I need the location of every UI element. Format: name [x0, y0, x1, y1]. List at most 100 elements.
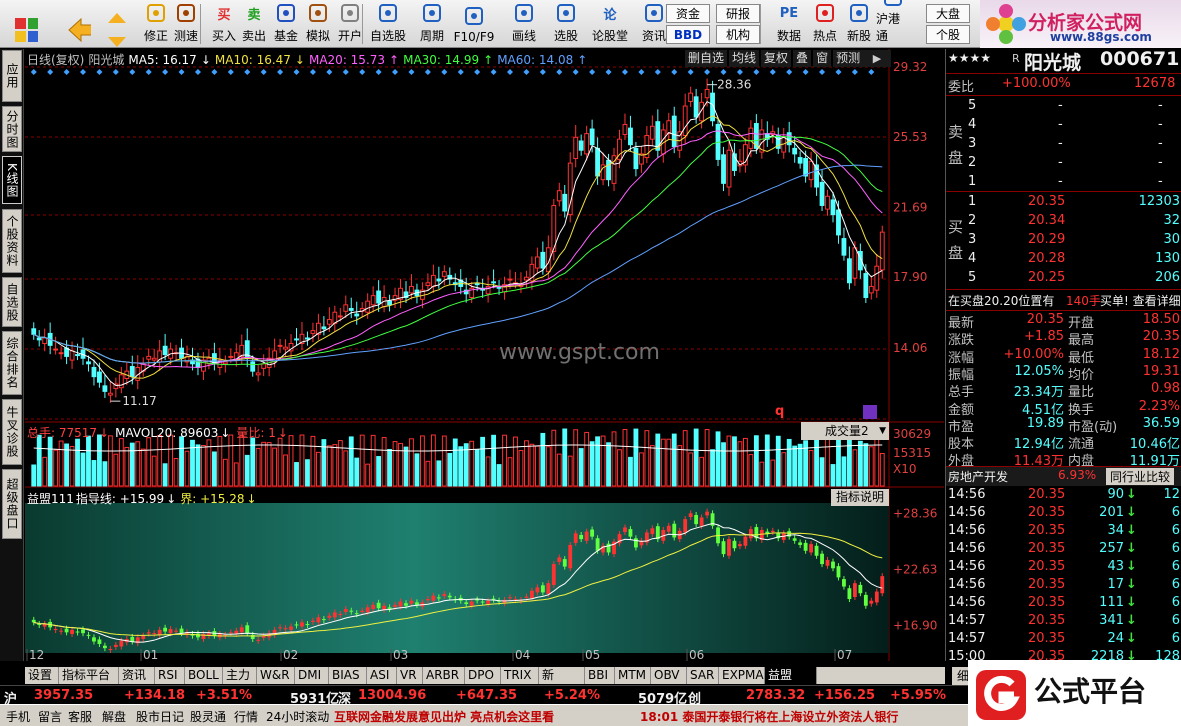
indicator-tab-3[interactable]: RSI	[155, 667, 185, 684]
toolbar-button-17[interactable]: 沪港通	[876, 0, 910, 46]
sell-row[interactable]: 2--	[946, 155, 1181, 173]
indicator-tab-1[interactable]: 指标平台	[59, 667, 119, 684]
bbd-button[interactable]: BBD	[666, 25, 710, 44]
news-marquee-1[interactable]: 互联网金融发展意见出炉 亮点机会这里看	[334, 708, 554, 725]
page-up-button[interactable]	[104, 2, 130, 47]
status-item-2[interactable]: 客服	[68, 708, 92, 725]
buy-row[interactable]: 1 20.35 12303	[946, 194, 1181, 212]
buy-row[interactable]: 2 20.34 32	[946, 213, 1181, 231]
buy-icon: 买	[217, 7, 231, 23]
kline-tool-3[interactable]: 叠	[793, 50, 812, 67]
orgs-button[interactable]: 机构	[716, 25, 760, 44]
indicator-tab-19[interactable]: EXPMA	[719, 667, 765, 684]
toolbar-button-14[interactable]: PE 数据	[772, 2, 806, 46]
tick-row: 14:56 20.35 201 ↓ 6	[948, 505, 1180, 520]
toolbar-button-10[interactable]: 画线	[504, 2, 544, 46]
indicator-tab-15[interactable]: BBI	[585, 667, 615, 684]
volume-selector[interactable]: 成交量2 ▼	[801, 422, 889, 440]
toolbar-button-7[interactable]: 自选股	[368, 2, 408, 46]
status-item-3[interactable]: 解盘	[102, 708, 126, 725]
volume-bar	[409, 438, 414, 487]
big-order-note[interactable]: 在买盘20.20位置有 140手 买单! 查看详细	[946, 292, 1181, 310]
volume-bar	[513, 436, 518, 487]
brand-text: 公式平台	[1034, 675, 1147, 708]
kline-tools: 删自选 均线 复权叠窗预测	[685, 50, 864, 67]
toolbar-button-1[interactable]: 测速	[166, 2, 206, 46]
toolbar-button-9[interactable]: F10/F9	[454, 2, 494, 46]
indicator-tab-17[interactable]: OBV	[651, 667, 687, 684]
app-menu-button[interactable]	[4, 2, 48, 46]
indicator-help-button[interactable]: 指标说明	[831, 489, 889, 506]
kline-tool-5[interactable]: 预测	[833, 50, 864, 67]
indicator-tab-14[interactable]: 新DMA	[539, 667, 585, 699]
buy-row[interactable]: 3 20.29 30	[946, 232, 1181, 250]
side-tab-6[interactable]: 牛叉诊股	[2, 399, 22, 465]
compare-button[interactable]: 同行业比较	[1106, 468, 1175, 485]
indicator-tab-4[interactable]: BOLL	[185, 667, 223, 684]
indicator-candle	[464, 602, 469, 605]
kline-tool-0[interactable]: 删自选	[685, 50, 728, 67]
toolbar-button-11[interactable]: 选股	[546, 2, 586, 46]
side-tab-7[interactable]: 超级盘口	[2, 469, 22, 539]
stat-row: 总手 23.34万 量比 0.98	[948, 381, 1180, 401]
toolbar-button-6[interactable]: 开户	[330, 2, 370, 46]
volume-bar	[315, 451, 321, 487]
market-button[interactable]: 大盘	[926, 4, 970, 23]
kline-tool-1[interactable]: 均线	[729, 50, 760, 67]
kline-tool-2[interactable]: 复权	[761, 50, 792, 67]
side-tab-4[interactable]: 自选股	[2, 277, 22, 327]
indicator-tab-12[interactable]: DPO	[465, 667, 501, 684]
sell-row[interactable]: 3--	[946, 136, 1181, 154]
weibi-value: +100.00%	[1002, 76, 1071, 91]
indicator-tab-6[interactable]: W&R	[257, 667, 295, 684]
buy-row[interactable]: 4 20.28 130	[946, 251, 1181, 269]
indicator-tab-16[interactable]: MTM	[615, 667, 651, 684]
indicator-tab-9[interactable]: ASI	[367, 667, 397, 684]
volume-bar	[36, 434, 42, 487]
indicator-tab-0[interactable]: 设置	[25, 667, 59, 684]
toolbar-button-12[interactable]: 论论股堂	[590, 2, 630, 46]
sell-row[interactable]: 5--	[946, 98, 1181, 116]
status-item-6[interactable]: 行情	[234, 708, 258, 725]
toolbar-button-15[interactable]: 热点	[808, 2, 842, 46]
status-item-4[interactable]: 股市日记	[136, 708, 184, 725]
indicator-tab-2[interactable]: 资讯	[119, 667, 155, 684]
status-item-1[interactable]: 留言	[38, 708, 62, 725]
indicator-tab-5[interactable]: 主力	[223, 667, 257, 684]
fund-button[interactable]: 资金	[666, 4, 710, 23]
kline-tool-4[interactable]: 窗	[813, 50, 832, 67]
indicator-candle	[415, 602, 419, 605]
research-button[interactable]: 研报	[716, 4, 760, 23]
side-tab-3[interactable]: 个股资料	[2, 209, 22, 273]
indicator-tab-18[interactable]: SAR	[687, 667, 719, 684]
indicator-tab-8[interactable]: BIAS	[329, 667, 367, 684]
indicator-candle	[727, 539, 731, 556]
side-tab-0[interactable]: 应用	[2, 50, 22, 102]
status-item-7[interactable]: 24小时滚动	[266, 708, 329, 725]
sell-row[interactable]: 1--	[946, 174, 1181, 192]
status-item-0[interactable]: 手机	[6, 708, 30, 725]
indicator-tab-20[interactable]: 益盟111	[765, 667, 817, 699]
news-marquee-2[interactable]: 18:01 泰国开泰银行将在上海设立外资法人银行	[640, 708, 898, 725]
side-tab-5[interactable]: 综合排名	[2, 331, 22, 395]
stock-button[interactable]: 个股	[926, 25, 970, 44]
pen-icon	[512, 2, 536, 24]
indicator-tab-13[interactable]: TRIX	[501, 667, 539, 684]
next-arrow-icon[interactable]: ▶	[863, 50, 891, 67]
indicator-candle	[239, 627, 244, 633]
back-button[interactable]	[60, 2, 98, 46]
candle-body	[146, 355, 152, 360]
status-item-5[interactable]: 股灵通	[190, 708, 226, 725]
volume-bar	[425, 460, 431, 487]
buy-row[interactable]: 5 20.25 206	[946, 270, 1181, 288]
indicator-tab-10[interactable]: VR	[397, 667, 423, 684]
sector-row[interactable]: 房地产开发 6.93% 同行业比较	[946, 467, 1181, 486]
sell-row[interactable]: 4--	[946, 117, 1181, 135]
indicator-tab-11[interactable]: ARBR	[423, 667, 465, 684]
side-tab-2[interactable]: K线图	[2, 156, 22, 204]
toolbar-button-8[interactable]: 周期	[412, 2, 452, 46]
indicator-candle	[289, 626, 293, 630]
toolbar-button-16[interactable]: 新股	[842, 2, 876, 46]
side-tab-1[interactable]: 分时图	[2, 106, 22, 152]
indicator-tab-7[interactable]: DMI	[295, 667, 329, 684]
